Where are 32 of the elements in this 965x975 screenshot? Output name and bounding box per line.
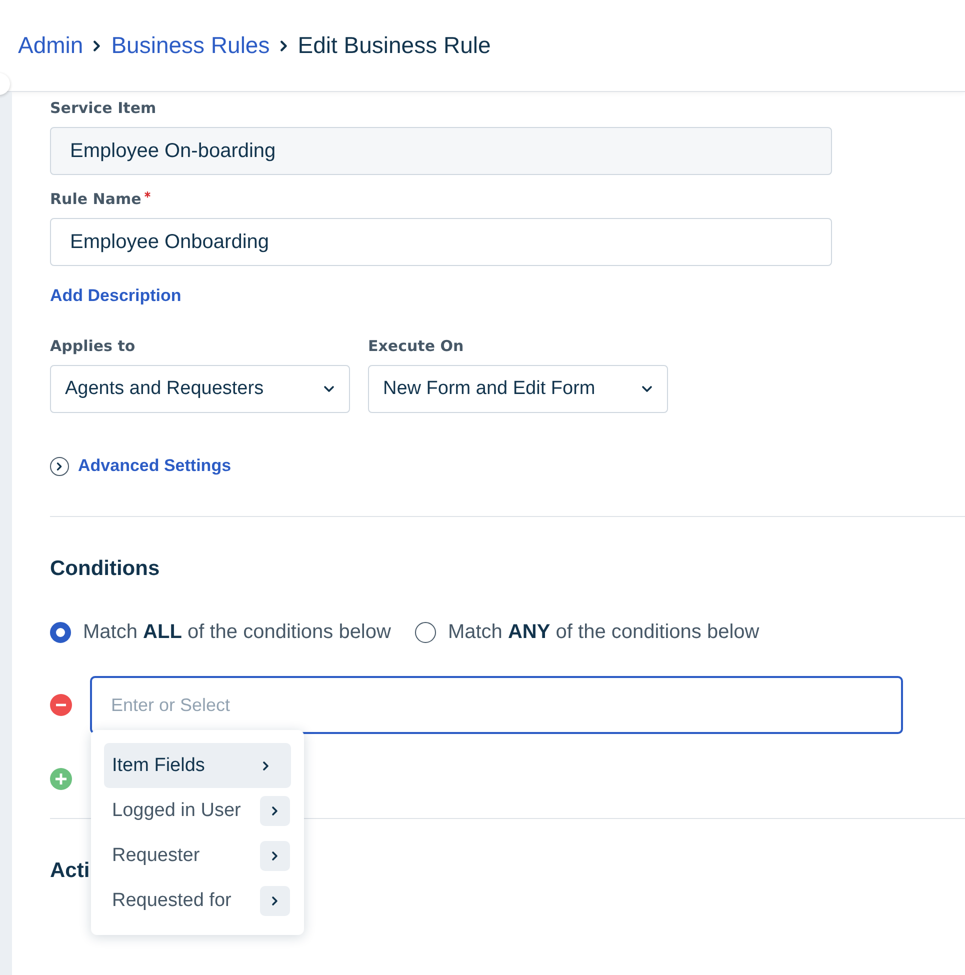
section-title: Acti	[50, 859, 91, 883]
condition-field[interactable]: Enter or Select	[90, 676, 903, 734]
field-label: Applies to	[50, 336, 136, 356]
remove-icon[interactable]	[50, 694, 72, 716]
radio-label: Match ALL of the conditions below	[83, 621, 391, 644]
advanced-settings-link[interactable]: Advanced Settings	[78, 456, 232, 476]
chevron-right-icon	[260, 796, 290, 826]
chevron-right-icon	[260, 840, 290, 870]
chevron-down-icon	[323, 383, 335, 395]
breadcrumb-link[interactable]: Admin	[18, 32, 84, 59]
breadcrumb-link[interactable]: Business Rules	[111, 32, 270, 59]
menu-item[interactable]: Item Fields	[104, 743, 291, 788]
field-label: Rule Name	[50, 190, 142, 208]
menu-item[interactable]: Requester	[104, 833, 291, 878]
expand-icon[interactable]	[50, 456, 69, 476]
add-description-link[interactable]: Add Description	[50, 286, 182, 306]
radio-button[interactable]	[414, 622, 436, 643]
chevron-right-icon	[278, 40, 290, 52]
menu-item[interactable]: Requested for	[104, 878, 291, 923]
dropdown[interactable]: New Form and Edit Form	[368, 365, 668, 413]
chevron-right-icon	[261, 760, 271, 770]
field-label: Service Item	[50, 98, 158, 118]
dropdown[interactable]: Agents and Requesters	[50, 365, 350, 413]
radio-label: Match ANY of the conditions below	[448, 621, 760, 644]
field-label: Execute On	[368, 336, 465, 356]
menu-item[interactable]: Logged in User	[104, 788, 291, 833]
rule-name-field[interactable]: Employee Onboarding	[50, 218, 832, 266]
radio-button[interactable]	[50, 622, 71, 643]
chevron-down-icon	[641, 383, 653, 395]
section-title: Conditions	[50, 557, 161, 581]
chevron-right-icon	[260, 886, 290, 916]
page-title: Edit Business Rule	[298, 32, 491, 59]
